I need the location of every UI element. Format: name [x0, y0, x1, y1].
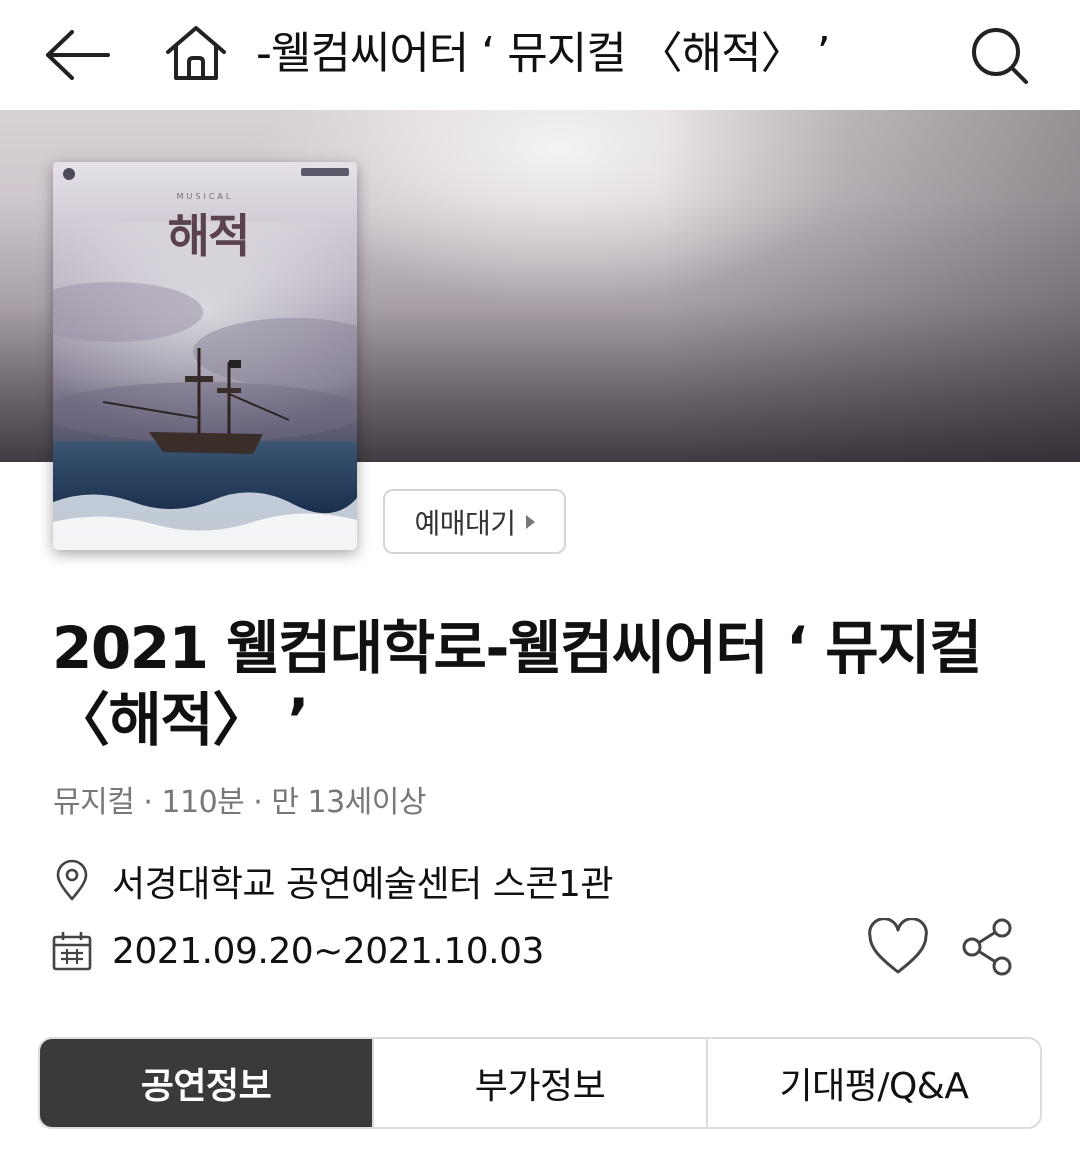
calendar-icon [52, 932, 92, 971]
top-app-bar: -웰컴씨어터 ‘ 뮤지컬 〈해적〉 ’ [0, 0, 1080, 110]
event-title: 2021 웰컴대학로-웰컴씨어터 ‘ 뮤지컬 〈해적〉 ’ [52, 614, 982, 754]
sponsor-logo-right [301, 168, 349, 176]
location-pin-icon [56, 859, 88, 901]
heart-icon [868, 917, 928, 974]
search-button[interactable] [960, 22, 1036, 88]
event-detail-page: -웰컴씨어터 ‘ 뮤지컬 〈해적〉 ’ MUSICAL 해적 예매대기 2021… [0, 0, 1080, 1156]
home-icon [166, 26, 226, 80]
tab-additional-info[interactable]: 부가정보 [372, 1039, 706, 1127]
sponsor-logo-left [63, 168, 75, 180]
poster-title: 해적 [167, 209, 251, 263]
date-row: 2021.09.20~2021.10.03 [50, 926, 544, 976]
venue-text: 서경대학교 공연예술센터 스콘1관 [112, 864, 613, 905]
like-button[interactable] [866, 917, 930, 978]
arrow-left-icon [46, 30, 110, 80]
presale-wait-button[interactable]: 예매대기 [383, 489, 566, 554]
share-button[interactable] [958, 916, 1018, 978]
back-button[interactable] [40, 22, 116, 88]
detail-tabs: 공연정보 부가정보 기대평/Q&A [38, 1037, 1042, 1129]
page-title: -웰컴씨어터 ‘ 뮤지컬 〈해적〉 ’ [256, 28, 831, 79]
home-button[interactable] [158, 18, 234, 88]
event-poster[interactable]: MUSICAL 해적 [53, 162, 357, 550]
tab-reviews-qa[interactable]: 기대평/Q&A [706, 1039, 1040, 1127]
search-icon [972, 28, 1028, 84]
tab-performance-info[interactable]: 공연정보 [40, 1039, 372, 1127]
caret-right-icon [525, 514, 535, 529]
share-icon [962, 918, 1012, 976]
presale-label: 예매대기 [414, 506, 516, 540]
date-range-text: 2021.09.20~2021.10.03 [112, 930, 544, 972]
event-meta: 뮤지컬 · 110분 · 만 13세이상 [53, 785, 427, 820]
venue-row[interactable]: 서경대학교 공연예술센터 스콘1관 [50, 856, 613, 906]
